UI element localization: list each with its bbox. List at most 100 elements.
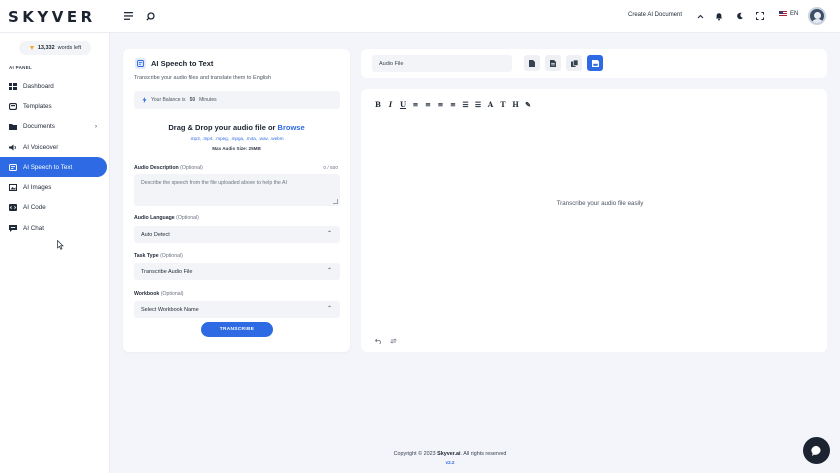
underline-button[interactable]: U	[399, 100, 407, 109]
undo-icon[interactable]	[375, 338, 382, 344]
supported-formats: .mp3, .mp4, .mpeg, .mpga, .m4a, .wav, .w…	[189, 136, 284, 141]
language-value: Auto Detect	[141, 231, 170, 238]
workbook-label: Workbook (Optional)	[134, 291, 184, 297]
align-left-button[interactable]: ≡	[412, 100, 420, 109]
ordered-list-button[interactable]: ☰	[462, 100, 470, 109]
bell-icon[interactable]	[713, 10, 725, 22]
speech-icon	[135, 58, 146, 69]
words-label: words left	[57, 45, 82, 51]
sidebar: 13,332 words left AI PANEL Dashboard Tem…	[0, 33, 110, 473]
font-color-button[interactable]: A	[487, 100, 495, 109]
align-right-button[interactable]: ≡	[437, 100, 445, 109]
sidebar-item-templates[interactable]: Templates	[0, 96, 107, 116]
sidebar-item-label: AI Images	[23, 184, 52, 192]
editor-toolbar: B I U ≡ ≡ ≡ ≡ ☰ ☰ A T H ✎	[374, 100, 532, 109]
sidebar-item-label: Dashboard	[23, 82, 54, 90]
document-toolbar-card: Audio File	[361, 49, 827, 78]
chat-icon	[9, 224, 17, 232]
workbook-select[interactable]: Select Workbook Name ⌃	[134, 301, 340, 318]
bold-button[interactable]: B	[374, 100, 382, 109]
search-icon[interactable]	[144, 10, 156, 22]
create-document-menu[interactable]: Create AI Document	[628, 12, 682, 18]
menu-icon[interactable]	[122, 10, 134, 22]
chat-widget-button[interactable]	[803, 437, 830, 464]
align-justify-button[interactable]: ≡	[449, 100, 457, 109]
balance-info: Your Balance is 50 Minutes	[134, 91, 340, 109]
us-flag-icon	[779, 11, 787, 17]
card-subtitle: Transcribe your audio files and translat…	[134, 75, 272, 81]
card-header: AI Speech to Text	[135, 58, 213, 69]
description-label: Audio Description (Optional)	[134, 165, 203, 171]
sidebar-item-ai-voiceover[interactable]: AI Voiceover	[0, 137, 107, 157]
sidebar-item-label: AI Chat	[23, 224, 44, 232]
footer: Copyright © 2023 Skyver.ai. All rights r…	[300, 451, 600, 457]
bullet-list-button[interactable]: ☰	[474, 100, 482, 109]
text-size-button[interactable]: T	[499, 100, 507, 109]
sidebar-item-documents[interactable]: Documents ›	[0, 117, 107, 137]
description-textarea[interactable]: Describe the speech from the file upload…	[134, 174, 340, 206]
chevron-up-icon: ⌃	[326, 306, 332, 312]
download-txt-button[interactable]	[545, 55, 561, 71]
balance-value: 50	[189, 97, 196, 103]
sidebar-item-ai-images[interactable]: AI Images	[0, 177, 107, 197]
sidebar-nav: Dashboard Templates Documents › AI Voice…	[0, 76, 110, 238]
speech-icon	[9, 163, 17, 171]
sidebar-item-dashboard[interactable]: Dashboard	[0, 76, 107, 96]
speech-to-text-card: AI Speech to Text Transcribe your audio …	[123, 49, 350, 352]
sidebar-item-label: AI Voiceover	[23, 143, 59, 151]
highlight-pen-button[interactable]: ✎	[524, 100, 532, 109]
task-type-select[interactable]: Transcribe Audio File ⌃	[134, 263, 340, 280]
language-selector[interactable]: EN	[779, 11, 798, 17]
language-select[interactable]: Auto Detect ⌃	[134, 226, 340, 243]
sidebar-item-label: Documents	[23, 123, 55, 131]
max-size: Max Audio Size: 25MB	[212, 146, 261, 151]
logo[interactable]: SKYVER	[8, 8, 96, 26]
download-doc-button[interactable]	[524, 55, 540, 71]
editor-card: B I U ≡ ≡ ≡ ≡ ☰ ☰ A T H ✎ Transcribe you…	[361, 89, 827, 352]
folder-icon	[9, 123, 17, 131]
card-title: AI Speech to Text	[151, 59, 214, 68]
chevron-right-icon: ›	[95, 123, 97, 130]
chevron-up-icon[interactable]	[694, 10, 706, 22]
italic-button[interactable]: I	[387, 100, 395, 109]
history-controls	[375, 338, 397, 344]
transcribe-button[interactable]: TRANSCRIBE	[201, 322, 273, 337]
copy-icon	[570, 59, 578, 67]
save-button[interactable]	[587, 55, 603, 71]
sidebar-item-label: AI Speech to Text	[23, 163, 73, 171]
sidebar-item-label: AI Code	[23, 204, 46, 212]
code-icon	[9, 204, 17, 212]
language-label: EN	[790, 11, 799, 17]
rights-text: . All rights reserved	[460, 451, 507, 457]
editor-placeholder[interactable]: Transcribe your audio file easily	[361, 200, 839, 207]
sidebar-item-ai-speech-to-text[interactable]: AI Speech to Text	[0, 157, 107, 178]
browse-link[interactable]: Browse	[278, 123, 305, 132]
file-icon	[529, 59, 535, 67]
fullscreen-icon[interactable]	[754, 10, 766, 22]
footer-brand-link[interactable]: Skyver.ai	[437, 451, 460, 457]
resize-handle[interactable]	[333, 199, 338, 204]
words-count: 13,332	[37, 45, 55, 51]
chevron-up-icon: ⌃	[326, 231, 332, 237]
drop-zone[interactable]: Drag & Drop your audio file or Browse	[123, 123, 350, 132]
grid-icon	[9, 82, 17, 90]
heading-button[interactable]: H	[512, 100, 520, 109]
balance-unit: Minutes	[199, 97, 217, 103]
sidebar-item-ai-code[interactable]: AI Code	[0, 198, 107, 218]
template-icon	[9, 102, 17, 110]
top-bar: SKYVER Create AI Document EN	[0, 0, 840, 33]
dark-mode-icon[interactable]	[734, 10, 746, 22]
sidebar-item-ai-chat[interactable]: AI Chat	[0, 218, 107, 238]
avatar[interactable]	[808, 7, 826, 25]
language-label: Audio Language (Optional)	[134, 215, 199, 221]
words-left-badge: 13,332 words left	[19, 41, 91, 55]
mouse-cursor-icon	[57, 240, 64, 250]
align-center-button[interactable]: ≡	[424, 100, 432, 109]
redo-icon[interactable]	[390, 338, 397, 344]
drop-zone-title: Drag & Drop your audio file or	[168, 123, 276, 132]
copy-button[interactable]	[566, 55, 582, 71]
chat-bubble-icon	[810, 445, 821, 456]
coin-icon	[29, 46, 34, 50]
copyright-text: Copyright © 2023	[393, 451, 436, 457]
document-title-input[interactable]: Audio File	[372, 55, 512, 72]
